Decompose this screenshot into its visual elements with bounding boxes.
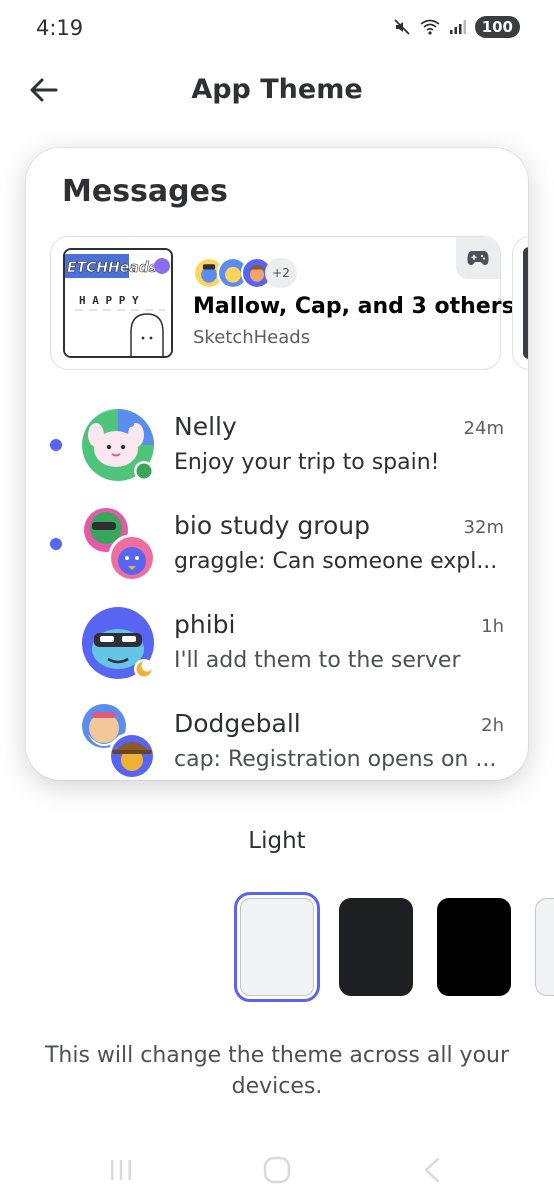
dodgeball-avatar: [82, 704, 156, 780]
theme-swatch-row[interactable]: [0, 892, 554, 1002]
dm-list: Nelly 24m Enjoy your trip to spain! bio …: [26, 400, 528, 780]
signal-icon: [449, 20, 466, 34]
dm-preview: I'll add them to the server: [174, 648, 461, 673]
page-title: App Theme: [191, 74, 363, 105]
dm-row-dodgeball: Dodgeball 2h cap: Registration opens on …: [26, 697, 528, 780]
dm-name: Nelly: [174, 412, 237, 441]
theme-footer-note: This will change the theme across all yo…: [44, 1043, 510, 1099]
theme-swatch-dark[interactable]: [339, 898, 413, 996]
dm-preview: Enjoy your trip to spain!: [174, 450, 440, 475]
theme-swatch-amoled[interactable]: [437, 898, 511, 996]
dm-row-bio-study-group: bio study group 32m graggle: Can someone…: [26, 499, 528, 598]
dm-row-phibi: phibi 1h I'll add them to the server: [26, 598, 528, 697]
home-button[interactable]: [255, 1148, 299, 1192]
activity-subtitle: SketchHeads: [193, 327, 311, 348]
unread-indicator: [50, 439, 62, 451]
phibi-avatar: [82, 607, 154, 679]
preview-heading: Messages: [62, 174, 228, 209]
recents-button[interactable]: [99, 1148, 143, 1192]
mute-icon: [394, 19, 410, 35]
dm-time: 32m: [463, 517, 504, 538]
theme-preview-card: Messages ETCHHeads H A P P Y +2 Mallow, …: [26, 148, 528, 780]
activity-title: Mallow, Cap, and 3 others: [193, 294, 515, 319]
activity-card: ETCHHeads H A P P Y +2 Mallow, Cap, and …: [50, 236, 515, 370]
dm-time: 2h: [481, 715, 504, 736]
extra-participants-badge: +2: [265, 258, 297, 288]
status-time: 4:19: [36, 16, 84, 40]
home-icon: [263, 1156, 291, 1184]
thumbnail-word: H A P P Y: [79, 294, 139, 307]
dm-time: 1h: [481, 616, 504, 637]
sketchheads-art: ETCHHeads H A P P Y: [65, 250, 171, 356]
chevron-left-icon: [424, 1157, 440, 1183]
status-icons: 100: [393, 16, 520, 38]
status-bar: 4:19 100: [0, 0, 554, 56]
theme-swatch-next[interactable]: [535, 898, 554, 996]
dm-name: bio study group: [174, 511, 370, 540]
system-nav-bar: [0, 1140, 554, 1200]
nelly-avatar: [82, 409, 154, 481]
recents-icon: [111, 1160, 131, 1180]
group-avatar: [84, 508, 156, 582]
dm-row-nelly: Nelly 24m Enjoy your trip to spain!: [26, 400, 528, 499]
activity-participants: +2: [193, 257, 303, 289]
dm-preview: graggle: Can someone expl...: [174, 549, 498, 574]
game-controller-icon: [467, 251, 489, 265]
sketchheads-logo-text: ETCHHeads: [67, 260, 157, 276]
unread-indicator: [50, 538, 62, 550]
activity-thumbnail: ETCHHeads H A P P Y: [63, 248, 173, 358]
dm-name: phibi: [174, 610, 236, 639]
dm-time: 24m: [463, 418, 504, 439]
dm-preview: cap: Registration opens on ...: [174, 747, 497, 772]
system-back-button[interactable]: [410, 1148, 454, 1192]
selected-theme-label: Light: [248, 828, 306, 854]
activity-card-next: [512, 236, 528, 370]
theme-swatch-light-fill: [240, 898, 314, 996]
wifi-icon: [420, 19, 440, 35]
activity-game-button: [456, 237, 500, 279]
battery-icon: 100: [474, 16, 520, 38]
theme-swatch-light[interactable]: [234, 892, 320, 1002]
dm-name: Dodgeball: [174, 709, 301, 738]
